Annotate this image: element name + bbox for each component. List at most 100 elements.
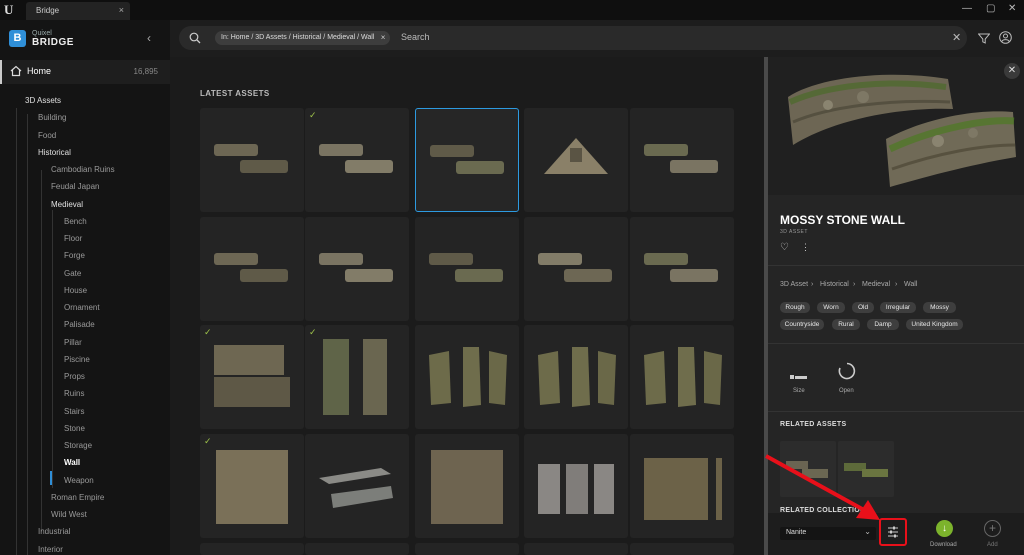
- asset-tile[interactable]: [200, 543, 304, 555]
- sidebar-item[interactable]: Weapon: [64, 476, 94, 485]
- asset-tile[interactable]: [305, 434, 409, 538]
- sidebar-item[interactable]: Ruins: [64, 389, 84, 398]
- mossy-wall-preview: [788, 74, 1016, 187]
- sidebar-item[interactable]: Feudal Japan: [51, 182, 99, 191]
- close-panel-icon[interactable]: ✕: [1004, 63, 1020, 79]
- sidebar-item[interactable]: Storage: [64, 441, 92, 450]
- asset-tile[interactable]: [305, 543, 409, 555]
- search-bar[interactable]: In: Home / 3D Assets / Historical / Medi…: [179, 26, 967, 50]
- tree-line: [27, 114, 28, 555]
- asset-tile[interactable]: [200, 108, 304, 212]
- tag-chip[interactable]: Irregular: [880, 302, 916, 313]
- asset-tile[interactable]: [524, 325, 628, 429]
- minimize-icon[interactable]: —: [962, 3, 972, 14]
- asset-tile[interactable]: [415, 543, 519, 555]
- sidebar-item[interactable]: Building: [38, 113, 66, 122]
- asset-thumbnail: [214, 253, 288, 282]
- tag-chip[interactable]: Mossy: [923, 302, 956, 313]
- tab-bridge[interactable]: Bridge ×: [26, 2, 130, 20]
- breadcrumb-separator: ›: [853, 281, 856, 288]
- sidebar-item[interactable]: Roman Empire: [51, 493, 104, 502]
- chip-close-icon[interactable]: ×: [381, 31, 386, 45]
- sidebar-item[interactable]: Bench: [64, 217, 87, 226]
- breadcrumb-item[interactable]: Medieval: [862, 281, 890, 288]
- downloaded-check-icon: ✓: [204, 327, 212, 337]
- related-assets-title: RELATED ASSETS: [780, 421, 847, 428]
- sidebar-item[interactable]: Pillar: [64, 338, 82, 347]
- asset-tile[interactable]: [415, 108, 519, 212]
- sidebar-item[interactable]: Food: [38, 131, 56, 140]
- asset-tile[interactable]: ✓: [200, 325, 304, 429]
- sidebar-item[interactable]: Props: [64, 372, 85, 381]
- download-button[interactable]: ↓: [936, 520, 953, 537]
- asset-title: MOSSY STONE WALL: [780, 213, 905, 227]
- asset-tile[interactable]: [415, 325, 519, 429]
- asset-tile[interactable]: [200, 217, 304, 321]
- sidebar-item[interactable]: House: [64, 286, 87, 295]
- tag-chip[interactable]: Old: [852, 302, 874, 313]
- tag-chip[interactable]: United Kingdom: [906, 319, 963, 330]
- breadcrumb-item[interactable]: 3D Asset: [780, 281, 808, 288]
- asset-tile[interactable]: ✓: [305, 325, 409, 429]
- sidebar-item[interactable]: Wall: [64, 458, 80, 467]
- tag-chip[interactable]: Rural: [832, 319, 860, 330]
- sidebar-item[interactable]: Cambodian Ruins: [51, 165, 115, 174]
- asset-thumbnail: [644, 253, 718, 282]
- sidebar-item[interactable]: Palisade: [64, 320, 95, 329]
- downloaded-check-icon: ✓: [309, 110, 317, 120]
- sidebar-item[interactable]: Industrial: [38, 527, 70, 536]
- asset-tile[interactable]: [630, 543, 734, 555]
- asset-tile[interactable]: [524, 108, 628, 212]
- filter-icon[interactable]: [978, 33, 990, 44]
- tag-chip[interactable]: Worn: [817, 302, 845, 313]
- sidebar-item-home[interactable]: Home 16,895: [0, 60, 170, 84]
- sidebar-item[interactable]: 3D Assets: [25, 96, 61, 105]
- asset-tile[interactable]: [305, 217, 409, 321]
- top-bar: In: Home / 3D Assets / Historical / Medi…: [170, 20, 1024, 57]
- asset-tile[interactable]: [415, 434, 519, 538]
- divider: [768, 343, 1024, 344]
- asset-tile[interactable]: ✓: [200, 434, 304, 538]
- collapse-sidebar-icon[interactable]: ‹: [147, 31, 151, 45]
- asset-tile[interactable]: [524, 217, 628, 321]
- favorite-icon[interactable]: ♡: [780, 242, 789, 253]
- tab-close-icon[interactable]: ×: [119, 5, 124, 15]
- open-icon[interactable]: [838, 362, 856, 380]
- asset-tile[interactable]: [630, 217, 734, 321]
- tag-chip[interactable]: Countryside: [780, 319, 824, 330]
- asset-tile[interactable]: [524, 434, 628, 538]
- search-input[interactable]: Search: [401, 32, 430, 42]
- add-button[interactable]: +: [984, 520, 1001, 537]
- sidebar-item[interactable]: Historical: [38, 148, 71, 157]
- sidebar-item[interactable]: Piscine: [64, 355, 90, 364]
- search-scope-chip[interactable]: In: Home / 3D Assets / Historical / Medi…: [215, 31, 391, 45]
- sidebar-item[interactable]: Floor: [64, 234, 82, 243]
- sidebar-item[interactable]: Stone: [64, 424, 85, 433]
- sidebar-item[interactable]: Gate: [64, 269, 81, 278]
- tag-chip[interactable]: Damp: [867, 319, 899, 330]
- more-options-icon[interactable]: ⋮: [801, 242, 810, 253]
- tree-line: [16, 108, 17, 555]
- asset-tile[interactable]: ✓: [305, 108, 409, 212]
- asset-tile[interactable]: [415, 217, 519, 321]
- sidebar-item[interactable]: Interior: [38, 545, 63, 554]
- breadcrumb-item[interactable]: Historical: [820, 281, 849, 288]
- sidebar-item[interactable]: Forge: [64, 251, 85, 260]
- asset-tile[interactable]: [630, 108, 734, 212]
- search-clear-icon[interactable]: ✕: [952, 31, 961, 44]
- selected-indicator: [50, 471, 52, 485]
- window-close-icon[interactable]: ✕: [1008, 3, 1016, 14]
- quality-select[interactable]: Nanite ⌄: [780, 527, 876, 540]
- breadcrumb-item[interactable]: Wall: [904, 281, 917, 288]
- sidebar-item[interactable]: Stairs: [64, 407, 84, 416]
- sidebar-item[interactable]: Wild West: [51, 510, 87, 519]
- tag-chip[interactable]: Rough: [780, 302, 810, 313]
- maximize-icon[interactable]: ▢: [986, 3, 995, 14]
- sidebar-item[interactable]: Ornament: [64, 303, 100, 312]
- asset-tile[interactable]: [524, 543, 628, 555]
- tree-line: [41, 170, 42, 532]
- asset-tile[interactable]: [630, 325, 734, 429]
- account-icon[interactable]: [999, 31, 1012, 44]
- asset-tile[interactable]: [630, 434, 734, 538]
- sidebar-item[interactable]: Medieval: [51, 200, 83, 209]
